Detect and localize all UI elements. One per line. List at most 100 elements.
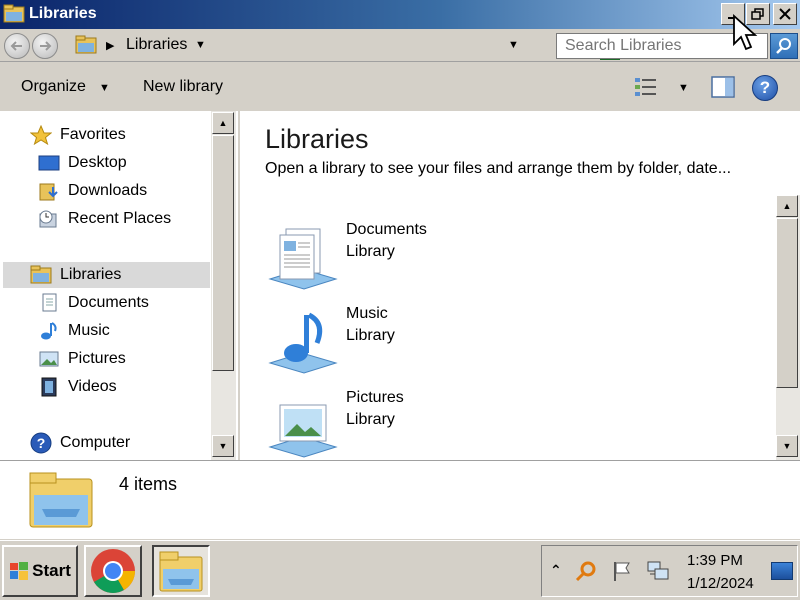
taskbar-chrome[interactable] (84, 545, 142, 597)
search-icon (776, 38, 791, 54)
nav-item-documents[interactable]: Documents (38, 290, 149, 316)
scroll-thumb[interactable] (212, 135, 234, 371)
documents-library-icon (268, 228, 338, 290)
nav-item-computer[interactable]: ? Computer (30, 430, 130, 456)
scroll-down-button[interactable]: ▼ (212, 435, 234, 457)
library-item-music[interactable]: Music Library (266, 305, 766, 381)
nav-label: Libraries (60, 266, 122, 283)
page-title: Libraries (265, 124, 369, 154)
content-pane: Libraries Open a library to see your fil… (240, 111, 800, 460)
navpane-scrollbar[interactable]: ▲ ▼ (211, 111, 236, 460)
back-button[interactable] (4, 33, 30, 59)
nav-item-downloads[interactable]: Downloads (38, 178, 147, 204)
page-subtitle: Open a library to see your files and arr… (265, 160, 732, 177)
navigation-buttons (4, 33, 60, 59)
library-name: Music (346, 305, 388, 322)
nav-item-pictures[interactable]: Pictures (38, 346, 126, 372)
libraries-folder-icon (30, 265, 52, 285)
libraries-folder-icon (75, 35, 97, 54)
back-arrow-icon (10, 41, 22, 51)
breadcrumb-libraries[interactable]: Libraries (126, 36, 187, 54)
library-item-documents[interactable]: Documents Library (266, 221, 766, 297)
scroll-up-button[interactable]: ▲ (212, 112, 234, 134)
library-type: Library (346, 327, 395, 344)
help-icon[interactable]: ? (752, 75, 778, 101)
pictures-library-icon (268, 404, 338, 458)
taskbar-explorer[interactable] (152, 545, 210, 597)
nav-label: Favorites (60, 126, 126, 143)
show-hidden-icons-icon[interactable]: ⌃ (550, 562, 562, 579)
content-scrollbar[interactable]: ▲ ▼ (776, 195, 800, 460)
minimize-icon (728, 17, 736, 19)
organize-dropdown-icon[interactable]: ▼ (99, 82, 110, 94)
nav-label: Desktop (68, 154, 127, 171)
documents-icon (38, 293, 60, 313)
clock-time[interactable]: 1:39 PM (687, 552, 743, 569)
nav-label: Documents (68, 294, 149, 311)
explorer-folder-icon (159, 551, 203, 592)
scroll-down-button[interactable]: ▼ (776, 435, 798, 457)
preview-pane-icon[interactable] (711, 76, 735, 98)
nav-label: Recent Places (68, 210, 172, 227)
library-item-pictures[interactable]: Pictures Library (266, 389, 766, 465)
search-button[interactable] (770, 33, 798, 59)
scroll-up-button[interactable]: ▲ (776, 195, 798, 217)
star-icon (30, 125, 52, 145)
change-view-icon[interactable] (633, 76, 659, 98)
forward-button[interactable] (32, 33, 58, 59)
close-button[interactable] (773, 3, 797, 25)
show-desktop-button[interactable] (771, 562, 793, 580)
libraries-folder-icon (3, 4, 25, 23)
breadcrumb-dropdown-icon[interactable]: ▼ (195, 39, 206, 51)
nav-label: Pictures (68, 350, 126, 367)
windows-logo-icon (10, 562, 29, 580)
scroll-thumb[interactable] (776, 218, 798, 388)
desktop-icon (38, 153, 60, 173)
library-name: Pictures (346, 389, 404, 406)
breadcrumb-separator-icon[interactable]: ▶ (106, 39, 114, 52)
title-bar[interactable]: Libraries (0, 0, 800, 29)
action-center-flag-icon[interactable] (610, 559, 634, 583)
search-input[interactable] (556, 33, 768, 59)
nav-item-videos[interactable]: Videos (38, 374, 117, 400)
nav-item-music[interactable]: Music (38, 318, 110, 344)
clock-date[interactable]: 1/12/2024 (687, 575, 754, 592)
minimize-button[interactable] (721, 3, 745, 25)
videos-icon (38, 377, 60, 397)
downloads-folder-icon (38, 181, 60, 201)
address-history-dropdown-icon[interactable]: ▼ (508, 39, 519, 51)
start-button[interactable]: Start (2, 545, 78, 597)
nav-item-desktop[interactable]: Desktop (38, 150, 127, 176)
music-library-icon (268, 312, 338, 374)
nav-item-recent-places[interactable]: Recent Places (38, 206, 171, 232)
library-name: Documents (346, 221, 427, 238)
organize-button[interactable]: Organize (21, 78, 86, 96)
library-type: Library (346, 411, 395, 428)
nav-label: Music (68, 322, 110, 339)
chrome-icon (91, 549, 135, 593)
command-bar: Organize ▼ New library ▼ ? (0, 63, 800, 110)
network-icon[interactable] (646, 559, 670, 583)
window-title: Libraries (29, 5, 97, 22)
search-tray-icon[interactable] (574, 559, 598, 583)
system-tray: ⌃ 1:39 PM 1/12/2024 (541, 545, 798, 597)
taskbar: Start ⌃ 1:39 PM 1/12/2024 (0, 540, 800, 600)
recent-places-icon (38, 209, 60, 229)
details-pane: 4 items (0, 460, 800, 539)
nav-item-favorites[interactable]: Favorites (30, 122, 126, 148)
start-label: Start (32, 561, 71, 580)
svg-text:?: ? (37, 435, 46, 451)
address-path[interactable]: ▶ Libraries ▼ ▼ ⟲ (72, 33, 620, 60)
nav-item-libraries[interactable]: Libraries (3, 262, 210, 288)
libraries-folder-icon (29, 472, 93, 528)
new-library-button[interactable]: New library (143, 78, 223, 96)
pictures-icon (38, 349, 60, 369)
restore-button[interactable] (746, 3, 770, 25)
view-options-dropdown-icon[interactable]: ▼ (678, 82, 689, 94)
nav-label: Videos (68, 378, 117, 395)
nav-label: Computer (60, 434, 131, 451)
forward-arrow-icon (40, 41, 52, 51)
nav-label: Downloads (68, 182, 148, 199)
item-count: 4 items (119, 474, 178, 494)
music-icon (38, 321, 60, 341)
